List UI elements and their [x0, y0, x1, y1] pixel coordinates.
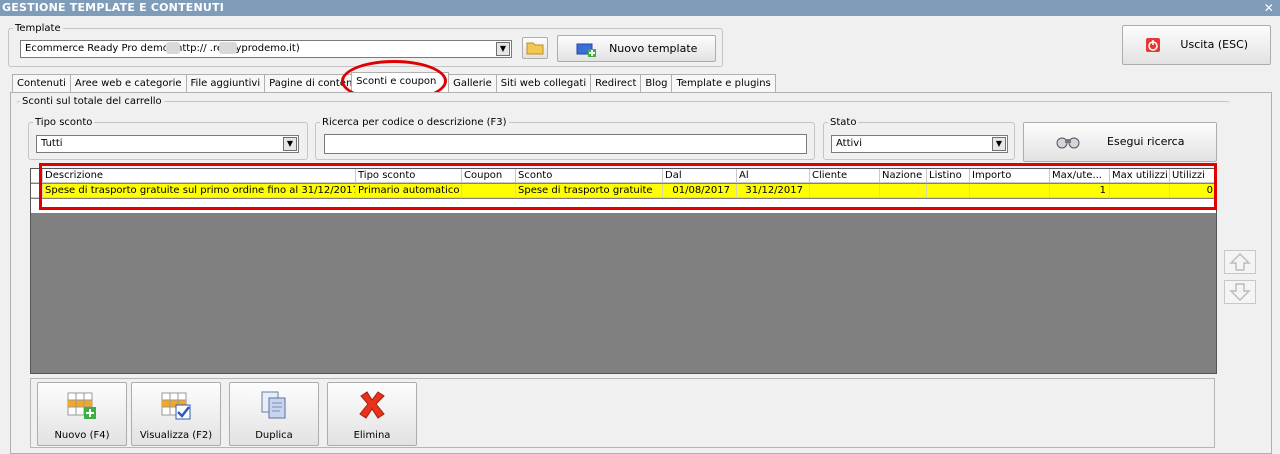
- annotation-rectangle: [39, 163, 1217, 210]
- arrow-down-icon: [1229, 283, 1251, 302]
- window-titlebar: GESTIONE TEMPLATE E CONTENUTI ✕: [0, 0, 1280, 16]
- add-template-icon: [576, 43, 596, 57]
- tipo-sconto-legend: Tipo sconto: [35, 117, 93, 128]
- window-title: GESTIONE TEMPLATE E CONTENUTI: [2, 1, 225, 14]
- stato-select[interactable]: Attivi ▼: [831, 135, 1008, 153]
- folder-icon: [526, 42, 544, 55]
- search-button-label: Esegui ricerca: [1107, 135, 1185, 148]
- tab-pagine-contenuti[interactable]: Pagine di contenuti: [264, 74, 353, 92]
- duplicate-button-label: Duplica: [255, 430, 293, 441]
- chevron-down-icon[interactable]: ▼: [283, 137, 297, 151]
- tab-siti-web[interactable]: Siti web collegati: [495, 74, 592, 92]
- tab-contenuti[interactable]: Contenuti: [12, 74, 71, 92]
- template-select[interactable]: Ecommerce Ready Pro demo (http:// .ready…: [20, 40, 512, 58]
- tab-file-aggiuntivi[interactable]: File aggiuntivi: [185, 74, 266, 92]
- ricerca-legend: Ricerca per codice o descrizione (F3): [322, 117, 507, 128]
- arrow-up-icon: [1229, 252, 1251, 271]
- template-legend: Template: [15, 23, 61, 34]
- move-up-button[interactable]: [1224, 250, 1256, 274]
- view-button-label: Visualizza (F2): [139, 430, 213, 441]
- duplicate-icon: [261, 391, 286, 419]
- blurred-area: [219, 42, 237, 54]
- chevron-down-icon[interactable]: ▼: [992, 137, 1006, 151]
- search-button[interactable]: Esegui ricerca: [1023, 122, 1217, 162]
- exit-button[interactable]: Uscita (ESC): [1122, 25, 1271, 65]
- open-folder-button[interactable]: [522, 37, 548, 59]
- exit-label: Uscita (ESC): [1180, 38, 1249, 51]
- stato-legend: Stato: [830, 117, 857, 128]
- delete-button-label: Elimina: [353, 430, 391, 441]
- move-down-button[interactable]: [1224, 280, 1256, 304]
- stato-value: Attivi: [836, 138, 862, 149]
- delete-x-icon: [359, 391, 385, 419]
- delete-button[interactable]: Elimina: [327, 382, 417, 446]
- tab-template-plugins[interactable]: Template e plugins: [671, 74, 776, 92]
- duplicate-button[interactable]: Duplica: [229, 382, 319, 446]
- new-button-label: Nuovo (F4): [54, 430, 110, 441]
- new-template-label: Nuovo template: [609, 42, 698, 55]
- chevron-down-icon[interactable]: ▼: [496, 42, 510, 56]
- tipo-sconto-value: Tutti: [41, 138, 63, 149]
- tab-redirect[interactable]: Redirect: [590, 74, 642, 92]
- tab-gallerie[interactable]: Gallerie: [448, 74, 497, 92]
- tab-aree-web[interactable]: Aree web e categorie: [69, 74, 187, 92]
- new-template-button[interactable]: Nuovo template: [557, 35, 716, 62]
- add-row-icon: [67, 392, 96, 419]
- template-select-value: Ecommerce Ready Pro demo (http:// .ready…: [25, 43, 300, 54]
- search-input[interactable]: [324, 134, 807, 154]
- blurred-area: [166, 42, 180, 54]
- binoculars-icon: [1056, 137, 1080, 149]
- new-button[interactable]: Nuovo (F4): [37, 382, 127, 446]
- tipo-sconto-select[interactable]: Tutti ▼: [36, 135, 299, 153]
- tab-blog[interactable]: Blog: [640, 74, 673, 92]
- power-icon: [1145, 38, 1160, 52]
- section-legend: Sconti sul totale del carrello: [22, 96, 162, 107]
- view-check-icon: [161, 392, 191, 420]
- view-button[interactable]: Visualizza (F2): [131, 382, 221, 446]
- close-icon[interactable]: ✕: [1264, 0, 1274, 16]
